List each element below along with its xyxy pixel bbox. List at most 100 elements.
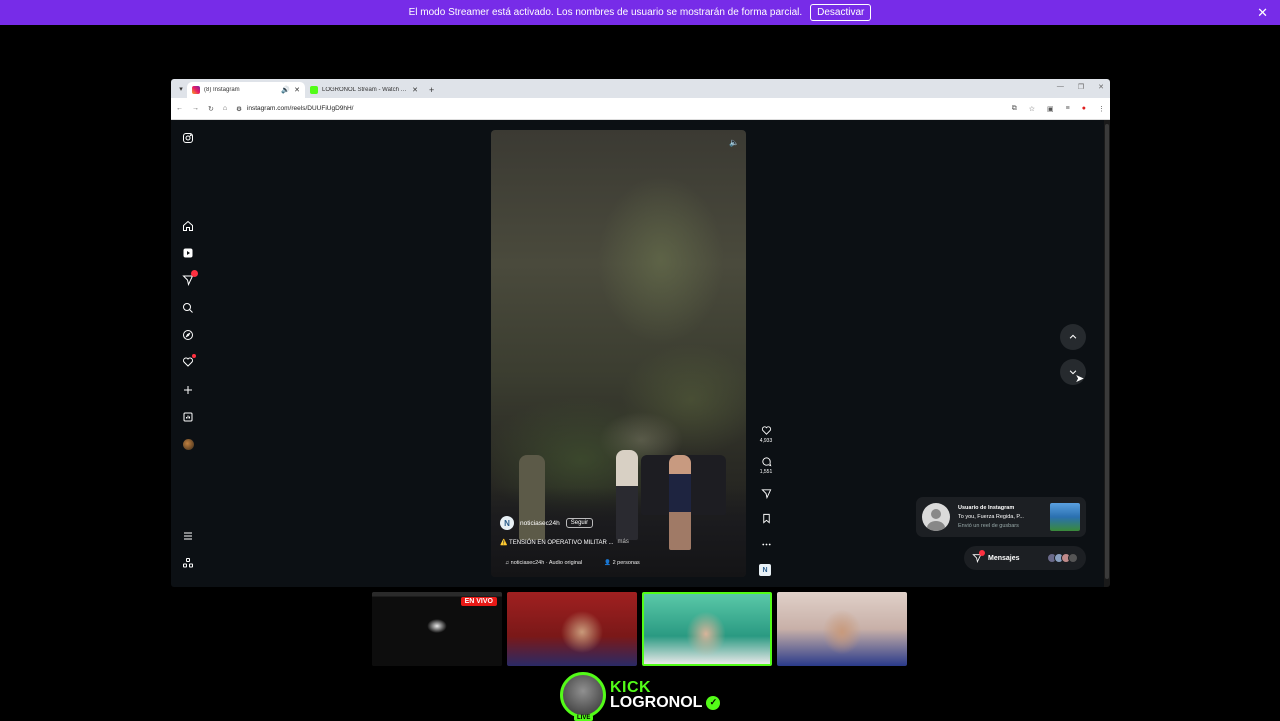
volume-icon[interactable]: 🔈 <box>728 136 740 148</box>
like-button[interactable]: 4,933 <box>759 425 773 444</box>
media-icon[interactable]: ≡ <box>1066 105 1070 112</box>
close-window-icon[interactable]: ✕ <box>1098 83 1104 91</box>
channel-name-row: LOGRONOL ✓ <box>610 694 721 711</box>
url-field[interactable]: ⚙ instagram.com/reels/DUUFiUgD9hH/ <box>236 105 1003 113</box>
reel-audio: ♫ noticiasec24h · Audio original 👤 2 per… <box>505 560 640 566</box>
instagram-icon <box>192 86 200 94</box>
reels-nav-icon[interactable] <box>180 245 196 261</box>
notification-badge <box>191 270 198 277</box>
account-avatar[interactable]: N <box>500 516 514 530</box>
back-icon[interactable]: ← <box>176 105 183 112</box>
search-nav-icon[interactable] <box>180 300 196 316</box>
caption-text: ⚠️ TENSIÓN EN OPERATIVO MILITAR ... <box>500 540 614 546</box>
close-icon[interactable]: ✕ <box>1257 5 1268 21</box>
save-button[interactable] <box>759 513 773 524</box>
page-scrollbar[interactable] <box>1104 120 1110 587</box>
deactivate-button[interactable]: Desactivar <box>810 4 872 21</box>
stream-preview[interactable]: EN VIVO <box>372 592 502 666</box>
streamer-mode-message: El modo Streamer está activado. Los nomb… <box>408 7 803 18</box>
kick-icon <box>310 86 318 94</box>
tagged-people[interactable]: 👤 2 personas <box>604 560 640 566</box>
address-bar: ← → ↻ ⌂ ⚙ instagram.com/reels/DUUFiUgD9h… <box>171 98 1110 120</box>
streamer-mode-banner: El modo Streamer está activado. Los nomb… <box>0 0 1280 25</box>
url-text: instagram.com/reels/DUUFiUgD9hH/ <box>246 105 354 112</box>
threads-apps-icon[interactable] <box>180 555 196 571</box>
menu-icon[interactable]: ⋮ <box>1098 105 1105 113</box>
channel-name: LOGRONOL <box>610 694 703 711</box>
comment-button[interactable]: 1,551 <box>759 456 773 475</box>
reel-caption: ⚠️ TENSIÓN EN OPERATIVO MILITAR ... más <box>500 539 629 546</box>
audio-thumbnail[interactable]: N <box>759 564 771 576</box>
tab-instagram[interactable]: (8) Instagram 🔊 ✕ <box>187 82 305 98</box>
instagram-page: 🔈 N noticiasec24h Seguir ⚠️ TENSIÓN EN O… <box>171 120 1110 587</box>
home-icon[interactable]: ⌂ <box>223 105 227 112</box>
close-tab-icon[interactable]: ✕ <box>412 86 418 94</box>
reload-icon[interactable]: ↻ <box>208 105 214 113</box>
close-tab-icon[interactable]: ✕ <box>294 86 300 94</box>
extensions-icon[interactable]: ▣ <box>1047 105 1054 113</box>
new-tab-button[interactable]: + <box>423 85 440 98</box>
video-scene <box>616 450 638 540</box>
live-badge: LIVE <box>574 715 594 721</box>
reel-thumbnail <box>1050 503 1080 531</box>
video-scene <box>669 455 691 550</box>
share-button[interactable] <box>759 488 773 499</box>
avatar <box>922 503 950 531</box>
audio-label[interactable]: ♫ noticiasec24h · Audio original <box>505 560 582 566</box>
tab-label: LOGRONOL Stream - Watch Li... <box>322 87 409 93</box>
more-options-icon[interactable] <box>759 539 773 550</box>
tab-bar: ▾ (8) Instagram 🔊 ✕ LOGRONOL Stream - Wa… <box>171 79 1110 98</box>
audio-text: noticiasec24h · Audio original <box>510 560 583 566</box>
tab-search-icon[interactable]: ▾ <box>175 82 187 96</box>
browser-window: ▾ (8) Instagram 🔊 ✕ LOGRONOL Stream - Wa… <box>171 79 1110 587</box>
messages-label: Mensajes <box>988 554 1020 562</box>
message-notification[interactable]: Usuario de Instagram To you, Fuerza Regi… <box>916 497 1086 537</box>
people-text: 2 personas <box>612 560 640 566</box>
webcam-feed-active <box>642 592 772 666</box>
messages-nav-icon[interactable] <box>180 270 198 288</box>
explore-nav-icon[interactable] <box>180 327 196 343</box>
tab-kick-stream[interactable]: LOGRONOL Stream - Watch Li... ✕ <box>305 82 423 98</box>
profile-nav-icon[interactable] <box>180 436 196 452</box>
minimize-icon[interactable]: — <box>1057 83 1064 91</box>
webcam-feed <box>777 592 907 666</box>
forward-icon[interactable]: → <box>192 105 199 112</box>
window-controls: — ❐ ✕ <box>1057 83 1104 91</box>
scrollbar-thumb[interactable] <box>1105 124 1109 579</box>
reel-video[interactable]: 🔈 N noticiasec24h Seguir ⚠️ TENSIÓN EN O… <box>491 130 746 577</box>
notification-message: To you, Fuerza Regida, P... <box>958 513 1024 520</box>
notifications-nav-icon[interactable] <box>180 354 196 370</box>
notification-title: Usuario de Instagram <box>958 504 1015 511</box>
stream-camera-row: EN VIVO <box>372 592 907 666</box>
create-nav-icon[interactable] <box>180 382 196 398</box>
channel-avatar: LIVE <box>560 672 606 721</box>
site-info-icon[interactable]: ⚙ <box>236 105 242 113</box>
home-nav-icon[interactable] <box>180 218 196 234</box>
messages-icon <box>972 550 985 564</box>
instagram-logo-icon[interactable] <box>180 130 196 146</box>
more-link[interactable]: más <box>618 539 629 546</box>
install-app-icon[interactable]: ⧉ <box>1012 105 1017 113</box>
profile-icon[interactable]: ● <box>1082 105 1086 112</box>
bookmark-star-icon[interactable]: ☆ <box>1029 105 1035 113</box>
dashboard-nav-icon[interactable] <box>180 409 196 425</box>
comment-count: 1,551 <box>759 469 773 475</box>
reel-account: N noticiasec24h Seguir <box>500 516 594 530</box>
follow-button[interactable]: Seguir <box>565 518 594 528</box>
maximize-icon[interactable]: ❐ <box>1078 83 1084 91</box>
speaker-icon: 🔊 <box>281 87 291 94</box>
more-menu-icon[interactable] <box>180 528 196 544</box>
account-name[interactable]: noticiasec24h <box>520 520 560 527</box>
kick-logo: KICK <box>610 679 652 696</box>
toolbar-icons: ⧉ ☆ ▣ ≡ ● ⋮ <box>1012 105 1105 113</box>
previous-reel-button[interactable] <box>1060 324 1086 350</box>
messages-button[interactable]: Mensajes <box>964 546 1086 570</box>
like-count: 4,933 <box>759 438 773 444</box>
message-avatars <box>1047 553 1078 563</box>
avatar <box>1068 553 1078 563</box>
avatar <box>182 438 194 450</box>
channel-name-block: KICK LOGRONOL ✓ <box>610 679 721 711</box>
tab-label: (8) Instagram <box>204 87 240 93</box>
notification-badge <box>979 550 985 556</box>
live-badge: EN VIVO <box>460 597 497 606</box>
